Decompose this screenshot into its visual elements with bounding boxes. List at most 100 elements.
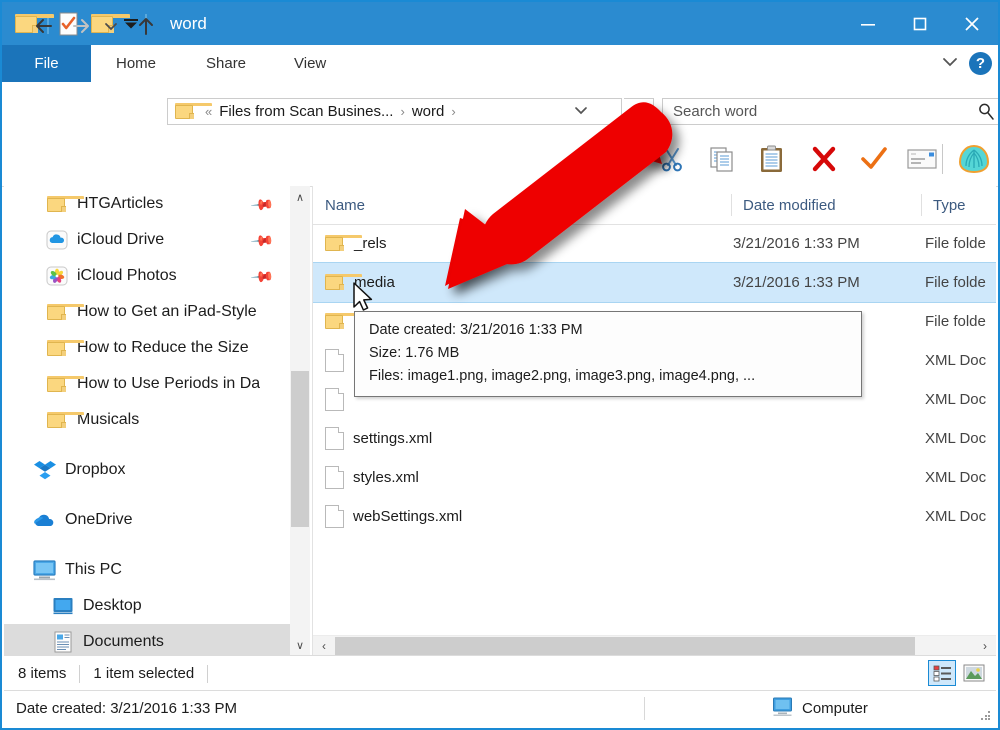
- file-name-cell: webSettings.xml: [325, 505, 462, 528]
- sidebar-item-htgarticles[interactable]: HTGArticles 📌: [4, 186, 290, 222]
- forward-button[interactable]: [65, 10, 97, 42]
- sidebar-item-musicals[interactable]: Musicals: [4, 402, 290, 438]
- breadcrumb-folder-icon: [175, 103, 212, 120]
- search-input[interactable]: Search word: [662, 98, 998, 125]
- sidebar-item-how-to-use-periods[interactable]: How to Use Periods in Da: [4, 366, 290, 402]
- scroll-left-icon[interactable]: ‹: [313, 636, 335, 656]
- close-button[interactable]: [946, 2, 998, 45]
- file-name-cell: [325, 349, 353, 372]
- scroll-right-icon[interactable]: ›: [974, 636, 996, 656]
- shell-icon[interactable]: [952, 140, 996, 178]
- tab-share[interactable]: Share: [192, 45, 260, 82]
- collapse-ribbon-icon[interactable]: [941, 55, 959, 73]
- pin-to-quick-access-icon[interactable]: [598, 140, 642, 178]
- table-row[interactable]: _rels 3/21/2016 1:33 PM File folde: [313, 224, 996, 263]
- computer-icon: [772, 697, 794, 721]
- sidebar-item-how-to-reduce-the-size[interactable]: How to Reduce the Size: [4, 330, 290, 366]
- window-controls: [842, 2, 998, 45]
- minimize-button[interactable]: [842, 2, 894, 45]
- column-headers: Name Date modified Type: [313, 186, 996, 225]
- pin-icon[interactable]: 📌: [250, 228, 276, 254]
- recent-locations-icon[interactable]: [99, 10, 123, 42]
- xml-doc-icon: [325, 427, 344, 450]
- file-name-cell: media: [325, 274, 395, 291]
- table-row[interactable]: media 3/21/2016 1:33 PM File folde: [313, 262, 996, 303]
- breadcrumb[interactable]: « Files from Scan Busines... › word ›: [167, 98, 622, 125]
- file-name-cell: settings.xml: [325, 427, 432, 450]
- file-name-label: settings.xml: [353, 430, 433, 447]
- scrollbar-thumb[interactable]: [291, 371, 309, 527]
- rename-icon[interactable]: [900, 140, 944, 178]
- large-icons-view-icon[interactable]: [960, 660, 988, 686]
- sidebar-item-dropbox[interactable]: Dropbox: [4, 452, 290, 488]
- sidebar-item-icloud-photos[interactable]: iCloud Photos 📌: [4, 258, 290, 294]
- icloud-photos-icon: [44, 266, 70, 286]
- back-button[interactable]: [28, 10, 60, 42]
- sidebar-item-label: Dropbox: [65, 461, 126, 478]
- sidebar-item-label: How to Reduce the Size: [77, 339, 249, 356]
- tab-view[interactable]: View: [280, 45, 340, 82]
- nav-group-spacer-1: [4, 438, 290, 452]
- scrollbar-thumb[interactable]: [335, 637, 915, 655]
- type-cell: XML Doc: [925, 352, 987, 369]
- sidebar-item-this-pc[interactable]: This PC: [4, 552, 290, 588]
- column-header-type[interactable]: Type: [921, 186, 996, 224]
- sidebar-item-label: Desktop: [83, 597, 142, 614]
- cut-icon[interactable]: [650, 140, 694, 178]
- navigation-pane: HTGArticles 📌 iCloud Drive 📌 iCloud Phot…: [4, 186, 290, 656]
- item-count-label: 8 items: [18, 665, 67, 682]
- file-explorer-window: word File Home Share View ? « Files from…: [0, 0, 1000, 730]
- breadcrumb-separator-1[interactable]: ›: [396, 104, 408, 119]
- search-icon[interactable]: [977, 102, 996, 125]
- scroll-down-icon[interactable]: ∨: [290, 634, 310, 656]
- column-header-name[interactable]: Name: [313, 186, 731, 224]
- pin-icon[interactable]: 📌: [250, 192, 276, 218]
- breadcrumb-item-current[interactable]: word: [409, 103, 448, 120]
- copy-icon[interactable]: [700, 140, 744, 178]
- ribbon-right-controls: ?: [941, 45, 992, 82]
- xml-doc-icon: [325, 349, 344, 372]
- search-placeholder: Search word: [673, 103, 758, 120]
- paste-icon[interactable]: [750, 140, 794, 178]
- dropbox-icon: [32, 459, 58, 481]
- status-bar: 8 items 1 item selected: [4, 655, 996, 691]
- tab-home[interactable]: Home: [102, 45, 170, 82]
- type-cell: XML Doc: [925, 430, 987, 447]
- date-modified-cell: 3/21/2016 1:33 PM: [733, 235, 860, 252]
- table-row[interactable]: styles.xml XML Doc: [313, 458, 996, 497]
- sidebar-item-icloud-drive[interactable]: iCloud Drive 📌: [4, 222, 290, 258]
- status-text-group: 8 items 1 item selected: [18, 656, 221, 691]
- maximize-button[interactable]: [894, 2, 946, 45]
- tab-file[interactable]: File: [2, 45, 91, 82]
- sidebar-item-label: How to Use Periods in Da: [77, 375, 261, 392]
- breadcrumb-overflow[interactable]: «: [201, 104, 216, 119]
- table-row[interactable]: settings.xml XML Doc: [313, 419, 996, 458]
- address-dropdown-icon[interactable]: [573, 104, 589, 119]
- breadcrumb-item-parent[interactable]: Files from Scan Busines...: [216, 103, 396, 120]
- this-pc-icon: [32, 559, 58, 581]
- file-list-horizontal-scrollbar[interactable]: ‹ ›: [313, 635, 996, 656]
- check-icon[interactable]: [852, 140, 896, 178]
- type-cell: File folde: [925, 235, 986, 252]
- refresh-button[interactable]: [624, 98, 654, 125]
- pin-icon[interactable]: 📌: [250, 264, 276, 290]
- resize-grip[interactable]: [981, 711, 991, 721]
- details-view-icon[interactable]: [928, 660, 956, 686]
- onedrive-icon: [32, 510, 58, 530]
- breadcrumb-separator-2[interactable]: ›: [447, 104, 459, 119]
- up-button[interactable]: [130, 10, 162, 42]
- help-icon[interactable]: ?: [969, 52, 992, 75]
- sidebar-item-onedrive[interactable]: OneDrive: [4, 502, 290, 538]
- sidebar-item-desktop[interactable]: Desktop: [4, 588, 290, 624]
- navigation-pane-scrollbar[interactable]: ∧ ∨: [290, 186, 310, 656]
- scroll-up-icon[interactable]: ∧: [290, 186, 310, 208]
- window-title: word: [170, 14, 207, 33]
- sidebar-item-label: iCloud Photos: [77, 267, 177, 284]
- delete-icon[interactable]: [802, 140, 846, 178]
- status-separator-1: [79, 664, 81, 683]
- folder-tooltip: Date created: 3/21/2016 1:33 PM Size: 1.…: [354, 311, 862, 397]
- sidebar-item-how-to-get-an-ipad-style[interactable]: How to Get an iPad-Style: [4, 294, 290, 330]
- table-row[interactable]: webSettings.xml XML Doc: [313, 497, 996, 536]
- sidebar-item-documents[interactable]: Documents: [4, 624, 290, 656]
- column-header-date-modified[interactable]: Date modified: [731, 186, 921, 224]
